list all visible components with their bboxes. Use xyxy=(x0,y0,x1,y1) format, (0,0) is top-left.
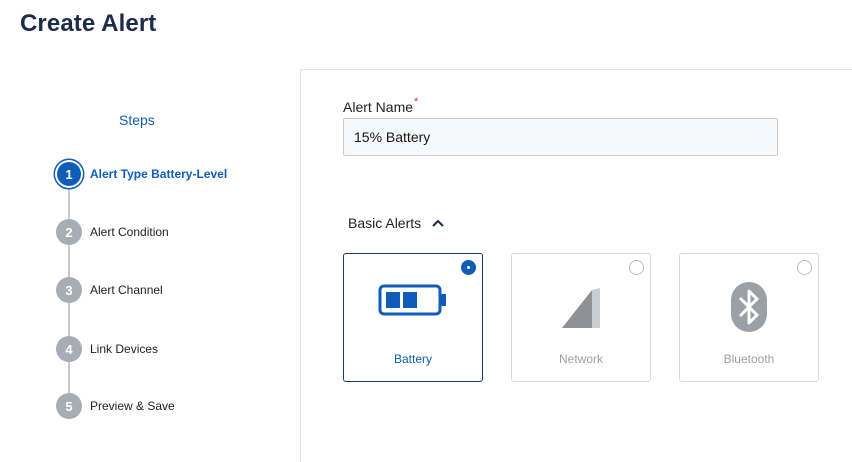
alert-card-network[interactable]: Network xyxy=(511,253,651,382)
basic-alerts-label: Basic Alerts xyxy=(348,215,422,231)
required-marker: * xyxy=(414,96,419,108)
battery-icon xyxy=(344,284,482,316)
bluetooth-icon xyxy=(680,282,818,332)
card-label: Battery xyxy=(393,352,432,366)
step-number: 4 xyxy=(56,336,82,362)
step-3[interactable]: 3 Alert Channel xyxy=(56,277,163,303)
network-signal-icon xyxy=(512,288,650,328)
step-4[interactable]: 4 Link Devices xyxy=(56,336,158,362)
card-radio[interactable] xyxy=(629,260,644,275)
alert-name-label-text: Alert Name xyxy=(343,99,414,115)
step-number: 3 xyxy=(56,277,82,303)
step-label: Preview & Save xyxy=(90,399,175,413)
chevron-up-icon xyxy=(432,219,444,227)
card-radio[interactable] xyxy=(797,260,812,275)
card-radio[interactable] xyxy=(461,260,476,275)
step-number: 1 xyxy=(57,162,81,186)
alert-card-battery[interactable]: Battery xyxy=(343,253,483,382)
alert-card-bluetooth[interactable]: Bluetooth xyxy=(679,253,819,382)
step-2[interactable]: 2 Alert Condition xyxy=(56,219,169,245)
alert-name-input[interactable] xyxy=(343,118,778,156)
card-label: Network xyxy=(558,352,603,366)
step-number: 2 xyxy=(56,219,82,245)
alert-name-label: Alert Name* xyxy=(343,96,419,115)
step-5[interactable]: 5 Preview & Save xyxy=(56,393,175,419)
step-label: Alert Condition xyxy=(90,225,169,239)
step-label: Alert Channel xyxy=(90,283,163,297)
card-label: Bluetooth xyxy=(723,352,775,366)
basic-alerts-toggle[interactable]: Basic Alerts xyxy=(348,215,445,231)
step-1[interactable]: 1 Alert Type Battery-Level xyxy=(56,161,227,187)
steps-heading: Steps xyxy=(119,112,155,128)
steps-panel: Steps 1 Alert Type Battery-Level 2 Alert… xyxy=(0,0,300,462)
step-label: Link Devices xyxy=(90,342,159,356)
step-number: 5 xyxy=(56,393,82,419)
step-label: Alert Type Battery-Level xyxy=(90,167,228,181)
